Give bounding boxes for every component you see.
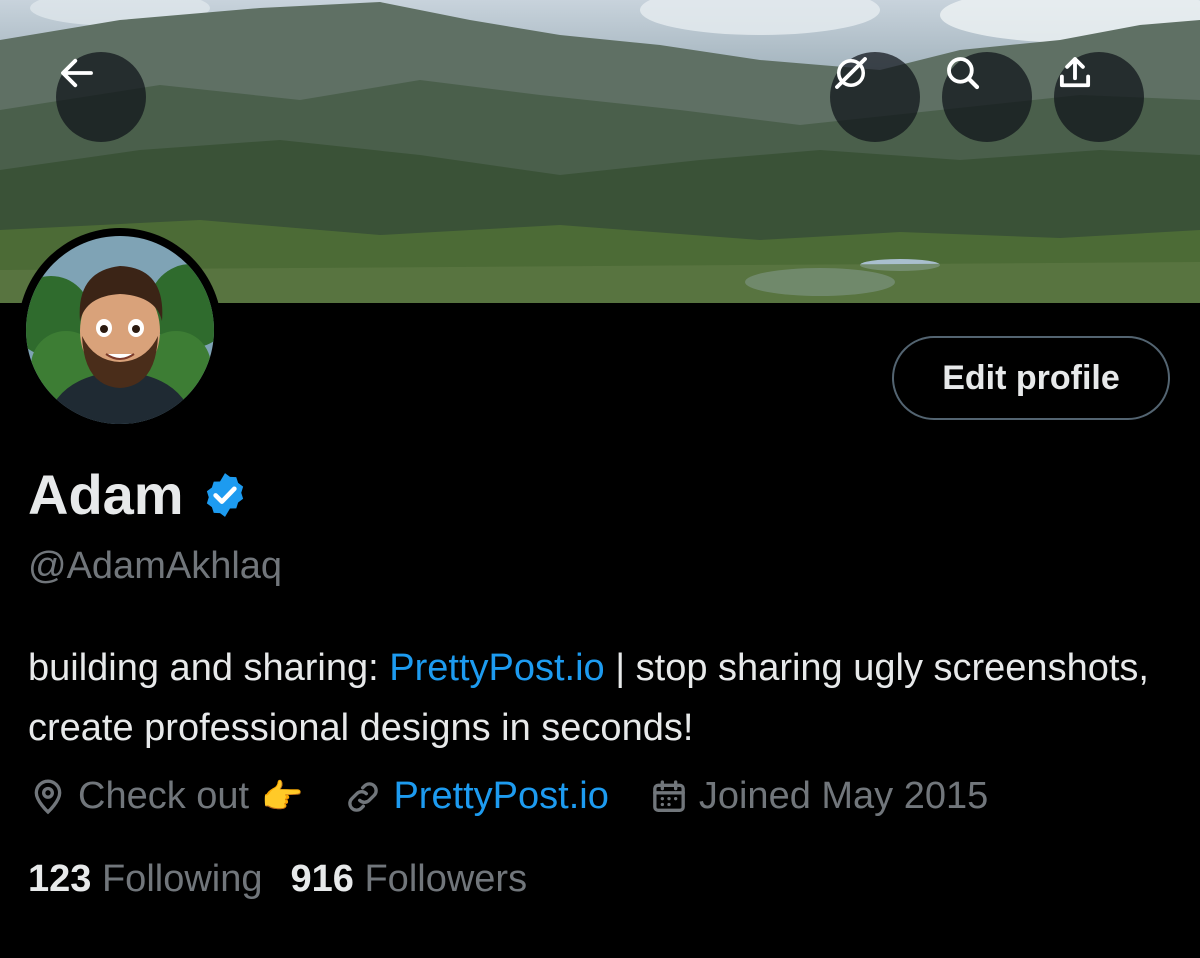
verified-badge-icon[interactable]	[200, 470, 250, 520]
location-text: Check out	[78, 775, 250, 817]
search-button[interactable]	[942, 52, 1032, 142]
followers-label: Followers	[364, 858, 528, 900]
website-link[interactable]: PrettyPost.io	[393, 775, 608, 818]
website[interactable]: PrettyPost.io	[343, 775, 609, 818]
share-button[interactable]	[1054, 52, 1144, 142]
share-icon	[1059, 57, 1091, 88]
location-pin-icon	[34, 779, 62, 814]
handle: @AdamAkhlaq	[28, 545, 283, 587]
join-date-text: Joined May 2015	[698, 775, 989, 817]
location: Check out 👉	[28, 775, 303, 818]
join-date: Joined May 2015	[649, 775, 988, 818]
edit-profile-button[interactable]: Edit profile	[892, 336, 1170, 420]
arrow-left-icon	[61, 58, 93, 88]
following-link[interactable]: 123 Following	[28, 858, 263, 901]
search-icon	[947, 57, 980, 90]
followers-count: 916	[290, 858, 354, 900]
bio: building and sharing: PrettyPost.io | st…	[28, 638, 1178, 758]
follow-stats: 123 Following 916 Followers	[28, 858, 555, 901]
followers-link[interactable]: 916 Followers	[291, 858, 528, 901]
avatar-image	[26, 236, 214, 424]
display-name: Adam	[28, 463, 184, 526]
grok-icon	[835, 57, 867, 89]
back-button[interactable]	[56, 52, 146, 142]
grok-button[interactable]	[830, 52, 920, 142]
pointing-hand-emoji: 👉	[261, 777, 304, 816]
following-count: 123	[28, 858, 92, 900]
bio-link[interactable]: PrettyPost.io	[389, 647, 604, 689]
calendar-icon	[653, 779, 685, 812]
profile-meta: Check out 👉 PrettyPost.io Joined May 201…	[28, 775, 1028, 818]
link-icon	[348, 781, 379, 812]
bio-prefix: building and sharing:	[28, 647, 390, 689]
following-label: Following	[101, 858, 263, 900]
avatar[interactable]	[18, 228, 222, 432]
name-row: Adam	[28, 462, 250, 527]
